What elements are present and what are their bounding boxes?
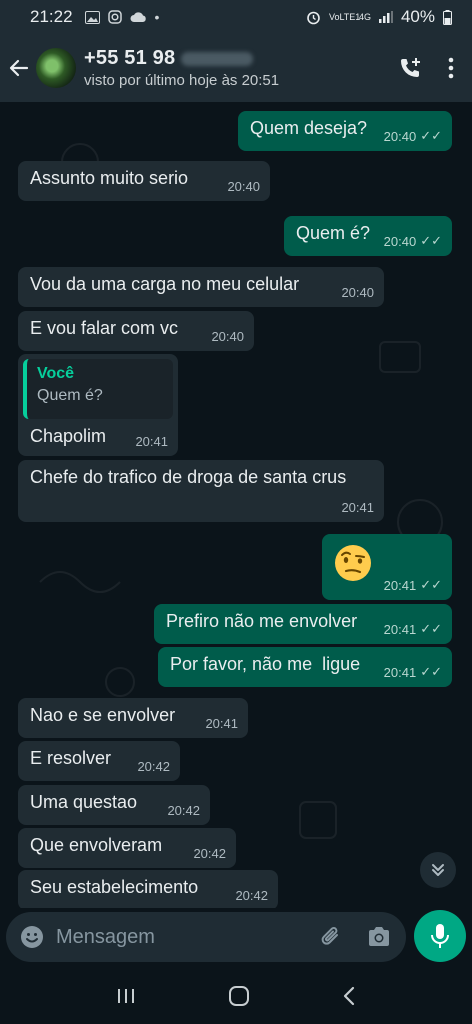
message-bubble-outgoing[interactable]: Prefiro não me envolver 20:41 ✓✓ <box>154 604 452 644</box>
system-icons: VoLTE1 4G 40% <box>306 7 452 27</box>
message-time: 20:40 <box>383 233 417 249</box>
back-nav-icon[interactable] <box>342 986 356 1006</box>
message-text: Assunto muito serio <box>30 168 189 188</box>
message-time: 20:40 <box>383 128 417 144</box>
message-text: Prefiro não me envolver <box>166 611 358 631</box>
volte-indicator: VoLTE1 <box>328 11 361 22</box>
raised-eyebrow-face-icon <box>335 545 371 581</box>
message-time: 20:42 <box>167 803 200 818</box>
quoted-message[interactable]: Você Quem é? <box>23 359 173 419</box>
message-text: Vou da uma carga no meu celular <box>30 274 300 294</box>
camera-icon[interactable] <box>366 925 392 949</box>
emoji-icon[interactable] <box>20 925 44 949</box>
message-text: Chefe do trafico de droga de santa crus <box>30 467 347 487</box>
message-text: Quem deseja? <box>250 118 368 138</box>
message-bubble-incoming[interactable]: Assunto muito serio 20:40 <box>18 161 270 201</box>
signal-icon <box>378 11 393 23</box>
quoted-text: Quem é? <box>37 387 103 404</box>
message-bubble-incoming[interactable]: E resolver 20:42 <box>18 741 180 781</box>
gallery-icon <box>84 10 100 24</box>
system-navigation-bar <box>0 968 472 1024</box>
message-text: E vou falar com vc <box>30 318 179 338</box>
message-text: Seu estabelecimento <box>30 877 199 897</box>
chat-area[interactable]: Quem deseja? 20:40 ✓✓ Assunto muito serio… <box>0 102 472 908</box>
back-button[interactable] <box>2 34 36 102</box>
message-bubble-outgoing[interactable]: Quem deseja? 20:40 ✓✓ <box>238 111 452 151</box>
alarm-icon <box>307 11 320 24</box>
message-bubble-incoming[interactable]: Que envolveram 20:42 <box>18 828 236 868</box>
header-actions <box>398 56 454 80</box>
contact-name-text: +55 51 98 <box>84 47 176 69</box>
message-bubble-outgoing[interactable]: Por favor, não me ligue 20:41 ✓✓ <box>158 647 452 687</box>
double-check-icon: ✓✓ <box>420 621 442 636</box>
message-time: 20:41 <box>383 664 417 680</box>
message-text: Quem é? <box>296 223 371 243</box>
message-bubble-incoming[interactable]: E vou falar com vc 20:40 <box>18 311 254 351</box>
voice-message-button[interactable] <box>414 910 466 962</box>
scroll-to-bottom-button[interactable] <box>420 852 456 888</box>
battery-level: 40% <box>400 7 435 26</box>
message-time: 20:41 <box>341 500 374 515</box>
double-check-icon: ✓✓ <box>420 664 442 679</box>
message-time: 20:41 <box>135 434 168 449</box>
message-meta: 20:40 ✓✓ <box>384 233 442 249</box>
network-indicator: 4G <box>358 12 371 22</box>
chat-header: +55 51 98 visto por último hoje às 20:51 <box>0 34 472 102</box>
double-check-icon: ✓✓ <box>420 233 442 248</box>
message-bubble-incoming[interactable]: Chefe do trafico de droga de santa crus … <box>18 460 384 522</box>
message-meta: 20:40 ✓✓ <box>384 128 442 144</box>
double-check-icon: ✓✓ <box>420 128 442 143</box>
double-check-icon: ✓✓ <box>420 577 442 592</box>
message-time: 20:41 <box>205 716 238 731</box>
message-composer[interactable]: Mensagem <box>6 912 406 962</box>
instagram-icon <box>107 10 122 24</box>
message-time: 20:42 <box>193 846 226 861</box>
message-time: 20:42 <box>235 888 268 903</box>
message-bubble-incoming[interactable]: Seu estabelecimento 20:42 <box>18 870 278 908</box>
contact-name: +55 51 98 <box>84 47 279 70</box>
message-time: 20:40 <box>341 285 374 300</box>
recent-apps-icon[interactable] <box>116 987 136 1005</box>
quoted-author: Você <box>37 365 75 382</box>
message-time: 20:41 <box>383 577 417 593</box>
message-time: 20:42 <box>137 759 170 774</box>
message-text: Nao e se envolver <box>30 705 176 725</box>
message-bubble-incoming[interactable]: Uma questao 20:42 <box>18 785 210 825</box>
blurred-number <box>181 51 254 66</box>
arrow-left-icon <box>9 59 29 77</box>
message-bubble-incoming-reply[interactable]: Você Quem é? Chapolim 20:41 <box>18 354 178 456</box>
message-input[interactable]: Mensagem <box>56 926 155 949</box>
status-time: 21:22 <box>30 7 73 26</box>
double-chevron-down-icon <box>432 864 444 876</box>
message-meta: 20:41 ✓✓ <box>384 577 442 593</box>
message-bubble-incoming[interactable]: Nao e se envolver 20:41 <box>18 698 248 738</box>
message-bubble-outgoing[interactable]: Quem é? 20:40 ✓✓ <box>284 216 452 256</box>
message-text: Que envolveram <box>30 835 163 855</box>
message-time: 20:40 <box>227 179 260 194</box>
cloud-icon <box>130 12 146 22</box>
home-icon[interactable] <box>228 985 250 1007</box>
message-text: E resolver <box>30 748 112 768</box>
message-bubble-incoming[interactable]: Vou da uma carga no meu celular 20:40 <box>18 267 384 307</box>
status-bar: 21:22 • VoLTE1 4G 40% <box>0 0 472 34</box>
notification-icons: • <box>84 9 160 25</box>
message-meta: 20:41 ✓✓ <box>384 621 442 637</box>
message-meta: 20:41 ✓✓ <box>384 664 442 680</box>
contact-avatar[interactable] <box>36 48 76 88</box>
more-options-icon[interactable] <box>448 57 454 79</box>
last-seen: visto por último hoje às 20:51 <box>84 72 280 89</box>
message-bubble-outgoing-emoji[interactable]: 20:41 ✓✓ <box>322 534 452 600</box>
message-time: 20:41 <box>383 621 417 637</box>
more-notifications-icon: • <box>154 9 160 25</box>
composer-actions <box>318 924 392 950</box>
paperclip-icon[interactable] <box>318 924 344 950</box>
contact-info[interactable]: +55 51 98 visto por último hoje às 20:51 <box>84 47 279 89</box>
message-text: Por favor, não me ligue <box>170 654 361 674</box>
add-call-icon[interactable] <box>398 56 422 80</box>
battery-icon <box>443 9 452 25</box>
message-text: Chapolim <box>30 426 107 446</box>
message-text: Uma questao <box>30 792 138 812</box>
microphone-icon <box>431 924 449 948</box>
message-time: 20:40 <box>211 329 244 344</box>
